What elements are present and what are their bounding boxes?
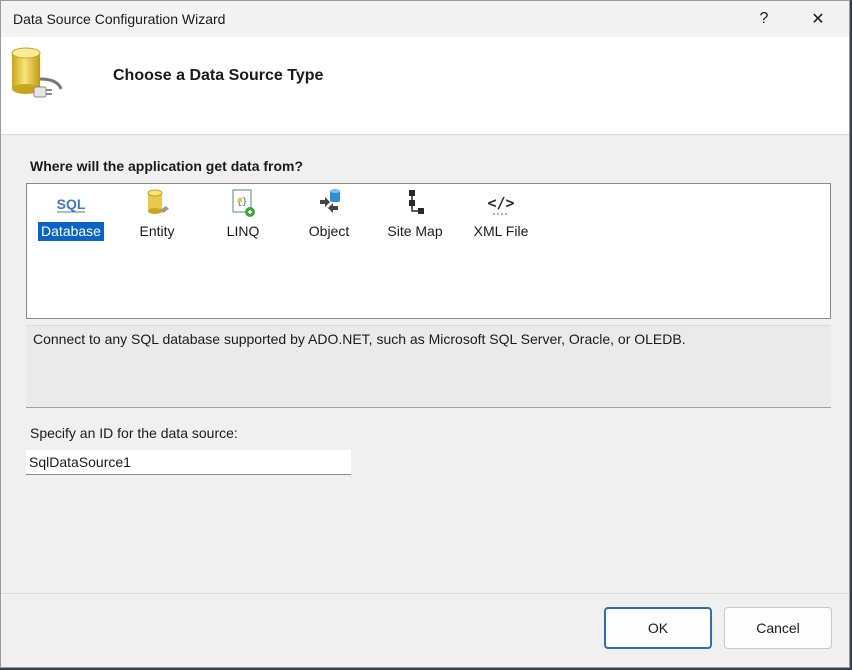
wizard-dialog: Data Source Configuration Wizard ? ✕ Cho… [0,0,850,668]
data-source-type-site-map[interactable]: Site Map [374,188,456,248]
data-source-type-label: Entity [139,223,175,239]
description-text: Connect to any SQL database supported by… [33,331,686,347]
svg-text:</>: </> [487,194,514,212]
data-source-type-label: Object [308,223,350,239]
data-source-question: Where will the application get data from… [30,158,304,174]
page-title: Choose a Data Source Type [113,67,324,84]
data-source-type-database[interactable]: SQL Database [30,188,112,248]
data-source-type-label: Database [38,222,104,241]
footer-divider [1,593,849,594]
wizard-header: Choose a Data Source Type [1,37,849,135]
data-source-type-label: LINQ [226,223,260,239]
sql-icon: SQL [57,196,86,213]
data-source-type-label: Site Map [387,223,443,239]
xml-file-icon: </> [487,194,515,215]
help-button[interactable]: ? [741,1,787,37]
data-source-type-xml-file[interactable]: </> XML File [460,188,542,248]
title-bar[interactable]: Data Source Configuration Wizard ? ✕ [1,1,849,37]
entity-icon [147,189,169,214]
svg-text:SQL: SQL [57,196,86,212]
cancel-button[interactable]: Cancel [724,607,832,649]
ok-button[interactable]: OK [604,607,712,649]
object-icon [320,189,340,213]
description-panel: Connect to any SQL database supported by… [26,325,831,408]
data-source-type-label: XML File [473,223,529,239]
close-button[interactable]: ✕ [795,1,841,37]
data-source-type-linq[interactable]: {} LINQ [202,188,284,248]
data-source-type-list[interactable]: SQL Database Entity {} LINQ Object Site … [26,183,831,319]
linq-icon: {} [232,189,255,217]
data-source-type-object[interactable]: Object [288,188,370,248]
id-field-label: Specify an ID for the data source: [30,425,238,441]
site-map-icon [409,190,424,214]
database-plug-icon [9,45,69,101]
data-source-id-input[interactable] [26,450,351,475]
data-source-type-entity[interactable]: Entity [116,188,198,248]
window-title: Data Source Configuration Wizard [13,11,226,27]
